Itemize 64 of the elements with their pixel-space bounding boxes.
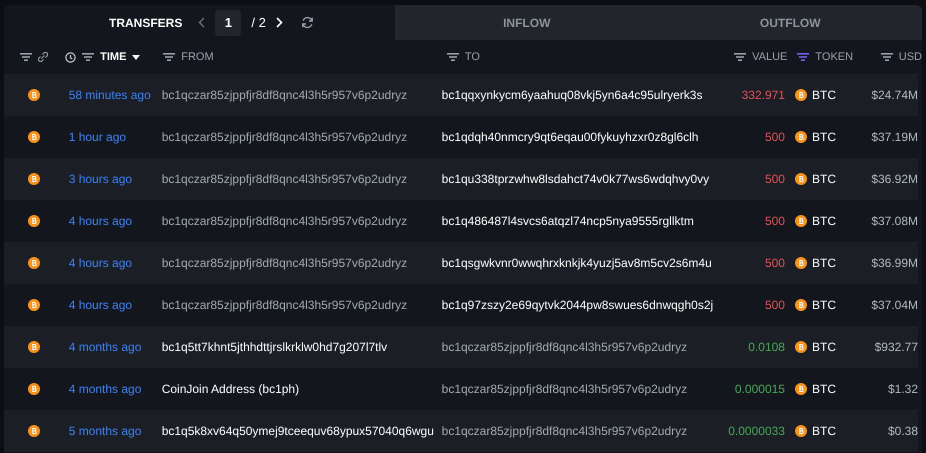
address-link[interactable]: bc1qu338tprzwhw8lsdahct74v0k77ws6wdqhvy0vy [442, 172, 710, 186]
time-link[interactable]: 58 minutes ago [68, 88, 151, 102]
value-text: 500 [764, 256, 785, 270]
usd-value: $36.99M [871, 256, 918, 270]
address-link[interactable]: bc1qczar85zjppfjr8df8qnc4l3h5r957v6p2udryz [162, 298, 408, 312]
address-link[interactable]: bc1qsgwkvnr0wwqhrxknkjk4yuzj5av8m5cv2s6m4u [442, 256, 712, 270]
time-link[interactable]: 4 hours ago [68, 256, 132, 270]
page-field[interactable]: 1 [215, 10, 242, 36]
address-link[interactable]: bc1qqxynkycm6yaahuq08vkj5yn6a4c95ulryerk3s [442, 88, 702, 102]
time-link[interactable]: 5 months ago [68, 424, 142, 438]
token-label[interactable]: BTC [812, 88, 836, 102]
column-header[interactable]: VALUE [752, 51, 788, 63]
value-text: 332.971 [742, 88, 785, 102]
token-label[interactable]: BTC [812, 298, 836, 312]
usd-value: $37.19M [871, 130, 918, 144]
token-label[interactable]: BTC [812, 130, 836, 144]
column-header[interactable]: TIME [100, 51, 126, 63]
address-link[interactable]: bc1qczar85zjppfjr8df8qnc4l3h5r957v6p2udryz [162, 130, 408, 144]
tab[interactable]: INFLOW [395, 5, 658, 40]
time-link[interactable]: 1 hour ago [68, 130, 126, 144]
token-label[interactable]: BTC [812, 214, 836, 228]
time-link[interactable]: 4 hours ago [68, 214, 132, 228]
usd-value: $932.77 [874, 340, 918, 354]
address-link[interactable]: bc1q486487l4svcs6atqzl74ncp5nya9555rgllktm [442, 214, 694, 228]
time-link[interactable]: 4 months ago [68, 340, 142, 354]
token-label[interactable]: BTC [812, 256, 836, 270]
usd-value: $0.38 [888, 424, 918, 438]
value-text: 0.0000033 [728, 424, 785, 438]
address-link[interactable]: CoinJoin Address (bc1ph) [162, 382, 300, 396]
token-label[interactable]: BTC [812, 172, 836, 186]
token-label[interactable]: BTC [812, 424, 836, 438]
usd-value: $37.04M [871, 298, 918, 312]
value-text: 500 [764, 130, 785, 144]
token-label[interactable]: BTC [812, 340, 836, 354]
time-link[interactable]: 4 months ago [68, 382, 142, 396]
address-link[interactable]: bc1q5tt7khnt5jthhdttjrslkrklw0hd7g207l7tlv [162, 340, 388, 354]
address-link[interactable]: bc1qczar85zjppfjr8df8qnc4l3h5r957v6p2udryz [162, 88, 408, 102]
token-label[interactable]: BTC [812, 382, 836, 396]
address-link[interactable]: bc1q97zszy2e69qytvk2044pw8swues6dnwqgh0s2j [442, 298, 714, 312]
value-text: 500 [764, 298, 785, 312]
time-link[interactable]: 3 hours ago [68, 172, 132, 186]
address-link[interactable]: bc1qczar85zjppfjr8df8qnc4l3h5r957v6p2udryz [162, 214, 408, 228]
value-text: 0.0108 [748, 340, 785, 354]
value-text: 500 [764, 172, 785, 186]
address-link[interactable]: bc1qczar85zjppfjr8df8qnc4l3h5r957v6p2udryz [162, 172, 408, 186]
column-header[interactable]: USD [898, 51, 922, 63]
tab[interactable]: OUTFLOW [658, 5, 922, 40]
address-link[interactable]: bc1q5k8xv64q50ymej9tceequv68ypux57040q6wgu [162, 424, 434, 438]
time-link[interactable]: 4 hours ago [68, 298, 132, 312]
address-link[interactable]: bc1qczar85zjppfjr8df8qnc4l3h5r957v6p2udryz [442, 382, 688, 396]
usd-value: $36.92M [871, 172, 918, 186]
address-link[interactable]: bc1qczar85zjppfjr8df8qnc4l3h5r957v6p2udryz [442, 424, 688, 438]
address-link[interactable]: bc1qdqh40nmcry9qt6eqau00fykuyhzxr0z8gl6clh [442, 130, 698, 144]
usd-value: $1.32 [888, 382, 918, 396]
value-text: 500 [764, 214, 785, 228]
column-header[interactable]: TO [464, 51, 480, 63]
column-header[interactable]: FROM [181, 51, 214, 63]
page-count: / 2 [251, 15, 266, 30]
usd-value: $37.08M [871, 214, 918, 228]
column-header[interactable]: TOKEN [815, 51, 854, 63]
address-link[interactable]: bc1qczar85zjppfjr8df8qnc4l3h5r957v6p2udryz [162, 256, 408, 270]
usd-value: $24.74M [871, 88, 918, 102]
value-text: 0.000015 [734, 382, 785, 396]
address-link[interactable]: bc1qczar85zjppfjr8df8qnc4l3h5r957v6p2udryz [442, 340, 688, 354]
